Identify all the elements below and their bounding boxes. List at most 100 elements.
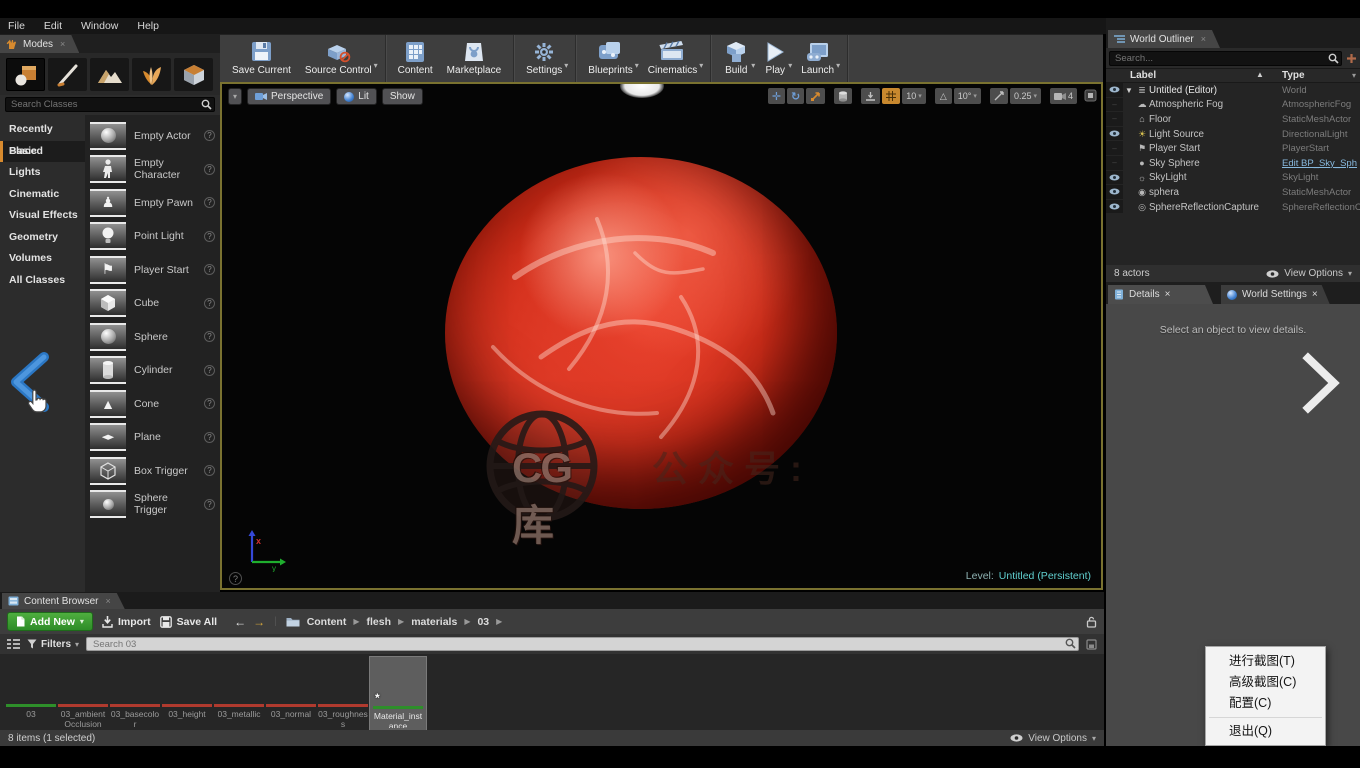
blueprints-button[interactable]: Blueprints	[581, 35, 639, 82]
placeable-box-trigger[interactable]: Box Trigger ?	[90, 454, 217, 488]
breadcrumb-flesh[interactable]: flesh	[367, 616, 392, 628]
help-icon[interactable]: ?	[204, 197, 215, 208]
tab-details[interactable]: Details ×	[1108, 285, 1213, 304]
tab-content-browser[interactable]: Content Browser ×	[2, 593, 125, 609]
help-icon[interactable]: ?	[204, 298, 215, 309]
help-icon[interactable]: ?	[204, 331, 215, 342]
help-icon[interactable]: ?	[204, 264, 215, 275]
save-all-button[interactable]: Save All	[160, 616, 217, 628]
menu-edit[interactable]: Edit	[44, 20, 62, 32]
outliner-row-sky-sphere[interactable]: – ● Sky Sphere Edit BP_Sky_Sph	[1106, 156, 1360, 171]
tab-modes[interactable]: Modes ×	[0, 35, 79, 53]
visibility-toggle[interactable]: –	[1106, 98, 1123, 113]
scale-snap-value-button[interactable]: 0.25▾	[1010, 88, 1041, 104]
dropdown-caret-icon[interactable]: ▾	[836, 61, 840, 70]
breadcrumb-materials[interactable]: materials	[411, 616, 457, 628]
viewport-options-button[interactable]: ▾	[228, 88, 242, 105]
close-icon[interactable]: ×	[1312, 289, 1318, 300]
help-icon[interactable]: ?	[204, 365, 215, 376]
dropdown-caret-icon[interactable]: ▾	[788, 61, 792, 70]
visibility-toggle[interactable]: –	[1106, 141, 1123, 156]
save-search-icon[interactable]	[1086, 639, 1097, 650]
asset-tile-03-metallic[interactable]: 03_metallic	[214, 657, 264, 720]
filters-button[interactable]: Filters ▾	[27, 639, 79, 650]
asset-tile-03-basecolor[interactable]: 03_basecolor	[110, 657, 160, 730]
visibility-toggle[interactable]	[1106, 83, 1123, 98]
classes-search-input[interactable]	[5, 97, 215, 112]
menu-item-exit[interactable]: 退出(Q)	[1206, 721, 1325, 742]
dropdown-caret-icon[interactable]: ▾	[751, 61, 755, 70]
category-lights[interactable]: Lights	[0, 162, 85, 184]
outliner-row-atmospheric-fog[interactable]: – ☁ Atmospheric Fog AtmosphericFog	[1106, 98, 1360, 113]
perspective-button[interactable]: Perspective	[247, 88, 331, 105]
breadcrumb-03[interactable]: 03	[477, 616, 489, 628]
dropdown-caret-icon[interactable]: ▾	[699, 61, 703, 70]
paint-mode-button[interactable]	[48, 58, 87, 91]
placeable-cone[interactable]: ▲ Cone ?	[90, 387, 217, 421]
rotate-tool-button[interactable]: ↻	[787, 88, 804, 104]
asset-tile-03-ambient-occlusion[interactable]: 03_ambientOcclusion	[58, 657, 108, 730]
placeable-cylinder[interactable]: Cylinder ?	[90, 354, 217, 388]
tab-world-settings[interactable]: World Settings ×	[1221, 285, 1330, 304]
outliner-row-light-source[interactable]: ☀ Light Source DirectionalLight	[1106, 127, 1360, 142]
visibility-toggle[interactable]	[1106, 185, 1123, 200]
close-icon[interactable]: ×	[1165, 289, 1171, 300]
column-options-icon[interactable]: ▾	[1352, 71, 1356, 80]
source-control-button[interactable]: Source Control	[298, 35, 379, 82]
grid-snap-value-button[interactable]: 10▾	[902, 88, 926, 104]
help-icon[interactable]: ?	[204, 164, 215, 175]
grid-snap-button[interactable]	[882, 88, 900, 104]
help-icon[interactable]: ?	[204, 231, 215, 242]
world-local-toggle-button[interactable]	[834, 88, 852, 104]
lit-button[interactable]: Lit	[336, 88, 377, 105]
landscape-mode-button[interactable]	[90, 58, 129, 91]
category-cinematic[interactable]: Cinematic	[0, 184, 85, 206]
settings-button[interactable]: Settings	[519, 35, 569, 82]
asset-tile-03-normal[interactable]: 03_normal	[266, 657, 316, 720]
menu-item-take-screenshot[interactable]: 进行截图(T)	[1206, 651, 1325, 672]
scale-tool-button[interactable]	[806, 88, 825, 104]
category-volumes[interactable]: Volumes	[0, 248, 85, 270]
menu-item-configure[interactable]: 配置(C)	[1206, 693, 1325, 714]
asset-tile-03[interactable]: 03	[6, 657, 56, 720]
search-options-icon[interactable]	[1346, 53, 1357, 64]
maximize-viewport-button[interactable]	[1084, 89, 1097, 102]
add-new-button[interactable]: Add New ▾	[7, 612, 93, 631]
category-geometry[interactable]: Geometry	[0, 227, 85, 249]
lock-button[interactable]	[1086, 616, 1097, 628]
visibility-toggle[interactable]	[1106, 127, 1123, 142]
outliner-row-floor[interactable]: – ⌂ Floor StaticMeshActor	[1106, 112, 1360, 127]
show-button[interactable]: Show	[382, 88, 423, 105]
save-current-button[interactable]: Save Current	[225, 35, 298, 82]
asset-tile-03-roughness[interactable]: 03_roughness	[318, 657, 368, 730]
asset-tile-material-instance[interactable]: * Material_instance	[370, 657, 426, 730]
asset-search-input[interactable]	[86, 637, 1079, 651]
marketplace-button[interactable]: Marketplace	[440, 35, 508, 82]
placeable-plane[interactable]: ◆ Plane ?	[90, 421, 217, 455]
build-button[interactable]: Build	[716, 35, 756, 82]
edit-blueprint-link[interactable]: Edit BP_Sky_Sph	[1282, 158, 1360, 169]
forward-button[interactable]: →	[253, 615, 265, 629]
outliner-row-player-start[interactable]: – ⚑ Player Start PlayerStart	[1106, 141, 1360, 156]
import-button[interactable]: Import	[102, 616, 151, 628]
visibility-toggle[interactable]: –	[1106, 156, 1123, 171]
content-view-options-button[interactable]: View Options ▾	[1010, 733, 1096, 744]
geometry-mode-button[interactable]	[174, 58, 213, 91]
viewport-help-icon[interactable]: ?	[229, 572, 242, 585]
dropdown-caret-icon[interactable]: ▾	[374, 61, 378, 70]
asset-tile-03-height[interactable]: 03_height	[162, 657, 212, 720]
help-icon[interactable]: ?	[204, 465, 215, 476]
next-overlay-arrow[interactable]	[1302, 352, 1342, 414]
breadcrumb-content[interactable]: Content	[307, 616, 347, 628]
place-mode-button[interactable]	[6, 58, 45, 91]
menu-file[interactable]: File	[8, 20, 25, 32]
dropdown-caret-icon[interactable]: ▾	[564, 61, 568, 70]
visibility-toggle[interactable]: –	[1106, 112, 1123, 127]
rotation-snap-button[interactable]: △	[935, 88, 952, 104]
scale-snap-button[interactable]	[990, 88, 1008, 104]
close-icon[interactable]: ×	[105, 596, 110, 606]
dropdown-caret-icon[interactable]: ▾	[635, 61, 639, 70]
help-icon[interactable]: ?	[204, 398, 215, 409]
placeable-empty-character[interactable]: Empty Character ?	[90, 153, 217, 187]
help-icon[interactable]: ?	[204, 432, 215, 443]
